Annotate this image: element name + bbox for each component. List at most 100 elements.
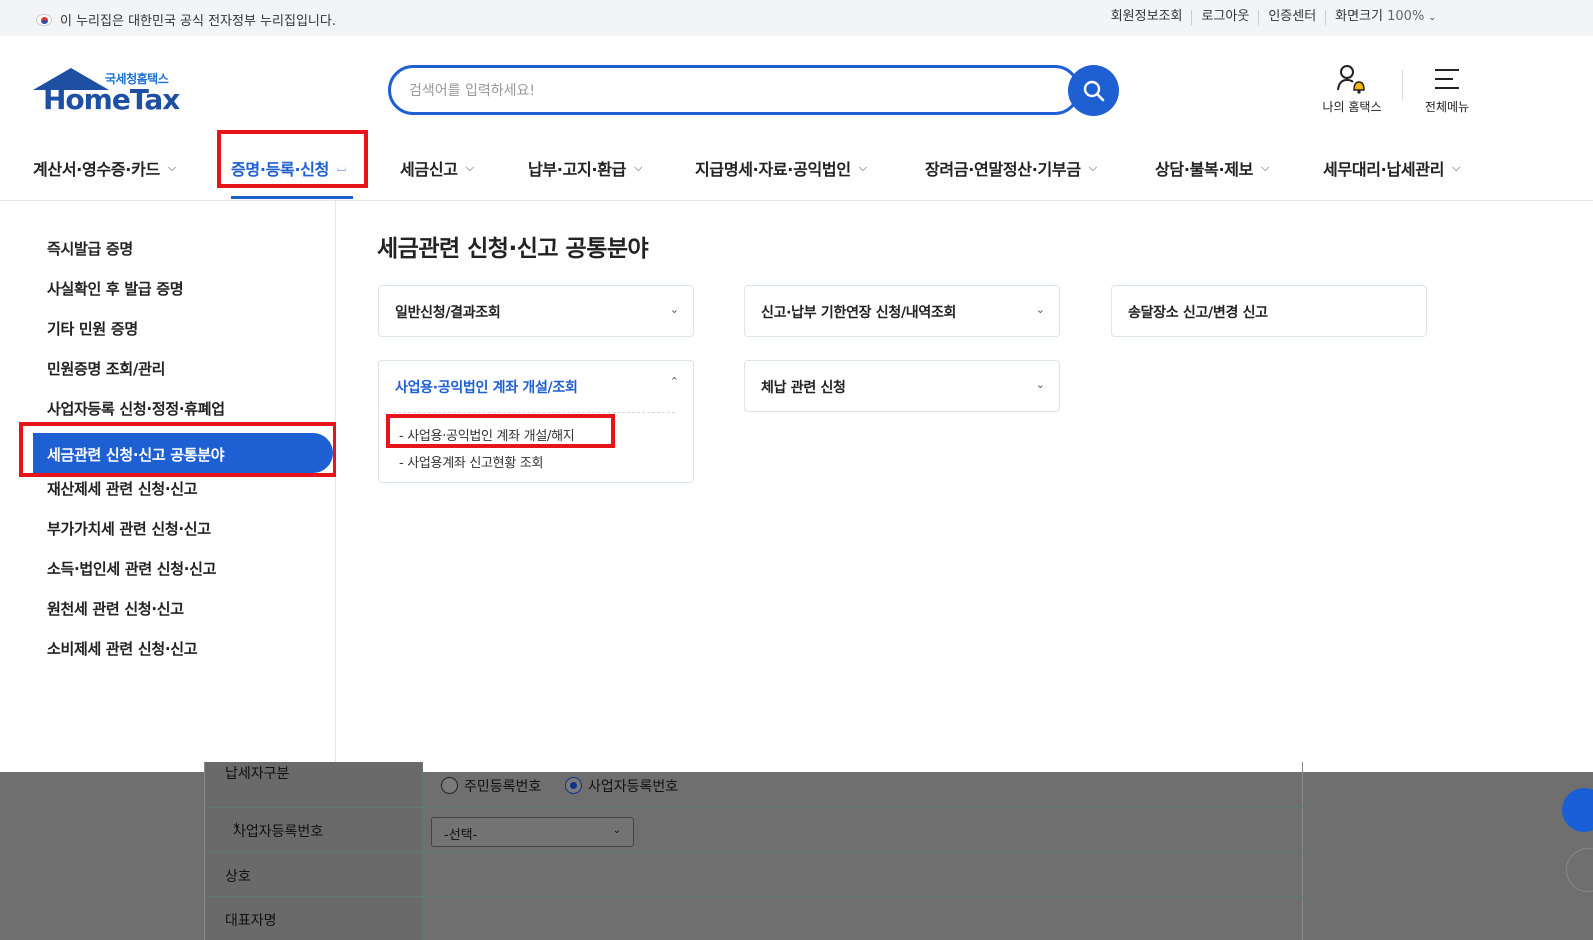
- nav-invoice-receipt-card[interactable]: 계산서·영수증·카드 ⌵: [33, 148, 176, 188]
- sub-item-label: 사업용계좌 신고현황 조회: [407, 456, 544, 471]
- bizno-label-text: 사업자등록번호: [233, 824, 324, 840]
- card-label: 일반신청/결과조회: [395, 305, 501, 321]
- utility-divider: [1402, 70, 1403, 100]
- zoom-value: 100%: [1387, 9, 1425, 24]
- sidebar-item-other-certificate[interactable]: 기타 민원 증명: [47, 318, 138, 339]
- radio-resident-number[interactable]: 주민등록번호: [441, 776, 541, 796]
- card-label: 송달장소 신고/변경 신고: [1128, 305, 1268, 321]
- chevron-down-icon: ⌄: [1035, 378, 1045, 391]
- radio-business-number[interactable]: 사업자등록번호: [565, 776, 678, 796]
- sidebar-item-business-registration[interactable]: 사업자등록 신청·정정·휴폐업: [47, 398, 225, 419]
- hamburger-menu-icon: [1435, 69, 1459, 89]
- sub-item-account-report-status[interactable]: - 사업용계좌 신고현황 조회: [399, 452, 543, 471]
- form-label-cell: 납세자구분: [205, 762, 423, 807]
- nav-incentive-year-end-donation[interactable]: 장려금·연말정산·기부금 ⌵: [925, 148, 1097, 188]
- screen-size-label: 화면크기: [1335, 9, 1383, 24]
- card-general-application[interactable]: 일반신청/결과조회 ⌄: [378, 285, 694, 337]
- chevron-down-icon: ⌄: [1035, 303, 1045, 316]
- search-icon: [1083, 80, 1104, 101]
- sidebar-item-withholding-tax[interactable]: 원천세 관련 신청·신고: [47, 598, 184, 619]
- nav-payment-notice-refund[interactable]: 납부·고지·환급 ⌵: [528, 148, 642, 188]
- radio-label: 사업자등록번호: [588, 779, 679, 795]
- chevron-down-icon: ⌵: [858, 161, 867, 174]
- cert-center-link[interactable]: 인증센터: [1258, 10, 1325, 25]
- nav-label: 증명·등록·신청: [231, 160, 330, 179]
- representative-label: 대표자명: [225, 913, 277, 929]
- company-name-label: 상호: [225, 869, 251, 885]
- main-content: 세금관련 신청·신고 공통분야 일반신청/결과조회 ⌄ 신고·납부 기한연장 신…: [336, 201, 1593, 772]
- active-nav-underline: [231, 196, 353, 199]
- nav-label: 세금신고: [400, 160, 458, 179]
- logo-title: HomeTax: [43, 83, 180, 116]
- form-label-cell: * 사업자등록번호: [205, 808, 423, 852]
- page-title: 세금관련 신청·신고 공통분야: [377, 236, 649, 262]
- nav-label: 장려금·연말정산·기부금: [925, 160, 1081, 179]
- all-menu-label: 전체메뉴: [1424, 100, 1470, 114]
- nav-tax-return[interactable]: 세금신고 ⌵: [400, 148, 474, 188]
- radio-label: 주민등록번호: [464, 779, 542, 795]
- nav-payment-statement-data[interactable]: 지급명세·자료·공익법인 ⌵: [695, 148, 867, 188]
- sidebar-item-instant-certificate[interactable]: 즉시발급 증명: [47, 238, 133, 259]
- nav-label: 계산서·영수증·카드: [33, 160, 160, 179]
- business-number-select[interactable]: -선택- ⌄: [431, 817, 634, 847]
- chevron-up-icon: ⌴: [337, 161, 346, 174]
- all-menu-button[interactable]: 전체메뉴: [1412, 64, 1482, 115]
- global-nav: 계산서·영수증·카드 ⌵ 증명·등록·신청 ⌴ 세금신고 ⌵ 납부·고지·환급 ⌵ 지급…: [0, 144, 1593, 200]
- nav-tax-agent-management[interactable]: 세무대리·납세관리 ⌵: [1323, 148, 1460, 188]
- nav-certificate-registration-application[interactable]: 증명·등록·신청 ⌴: [231, 148, 346, 188]
- site-header: 국세청홈택스 HomeTax 나의 홈택스 전체메뉴 계산서·영수증·카드 ⌵ 증…: [0, 36, 1593, 201]
- search-button[interactable]: [1068, 65, 1119, 116]
- gov-banner: 이 누리집은 대한민국 공식 전자정부 누리집입니다. 회원정보조회 로그아웃 …: [0, 0, 1593, 36]
- chevron-down-icon: ⌵: [1088, 161, 1097, 174]
- search-input[interactable]: [409, 78, 1009, 104]
- card-arrears-application[interactable]: 체납 관련 신청 ⌄: [744, 360, 1060, 412]
- sub-item-account-open-close[interactable]: - 사업용·공익법인 계좌 개설/해지: [399, 425, 575, 444]
- form-row-business-number: * 사업자등록번호 -선택- ⌄: [205, 808, 1304, 853]
- sidebar-item-vat[interactable]: 부가가치세 관련 신청·신고: [47, 518, 211, 539]
- nav-label: 상담·불복·제보: [1155, 160, 1254, 179]
- sidebar-item-certificate-management[interactable]: 민원증명 조회/관리: [47, 358, 165, 379]
- chevron-down-icon: ⌵: [1261, 161, 1270, 174]
- chevron-down-icon: ⌵: [1452, 161, 1461, 174]
- sidebar-item-income-corporate-tax[interactable]: 소득·법인세 관련 신청·신고: [47, 558, 216, 579]
- form-label-cell: 대표자명: [205, 897, 423, 940]
- card-label: 신고·납부 기한연장 신청/내역조회: [761, 305, 957, 321]
- taxpayer-type-label: 납세자구분: [225, 766, 290, 782]
- sidebar-item-consumption-tax[interactable]: 소비제세 관련 신청·신고: [47, 638, 198, 659]
- nav-label: 납부·고지·환급: [528, 160, 627, 179]
- top-links: 회원정보조회 로그아웃 인증센터 화면크기 100% ⌄: [1102, 10, 1445, 25]
- card-business-account[interactable]: 사업용·공익법인 계좌 개설/조회 ⌃ - 사업용·공익법인 계좌 개설/해지 …: [378, 360, 694, 483]
- sidebar: 즉시발급 증명 사실확인 후 발급 증명 기타 민원 증명 민원증명 조회/관리…: [0, 201, 336, 772]
- my-hometax-label: 나의 홈택스: [1322, 100, 1382, 114]
- card-label: 체납 관련 신청: [761, 380, 846, 396]
- select-value: -선택-: [444, 828, 478, 843]
- background-form: 납세자구분 주민등록번호 사업자등록번호 * 사업자등록번호 -선택- ⌄ 상호 …: [204, 762, 1304, 940]
- logout-link[interactable]: 로그아웃: [1191, 10, 1258, 25]
- hometax-logo[interactable]: 국세청홈택스 HomeTax: [33, 68, 183, 118]
- card-divider: [393, 412, 675, 413]
- nav-label: 세무대리·납세관리: [1323, 160, 1445, 179]
- chevron-down-icon: ⌄: [669, 303, 679, 316]
- card-deadline-extension[interactable]: 신고·납부 기한연장 신청/내역조회 ⌄: [744, 285, 1060, 337]
- card-delivery-address[interactable]: 송달장소 신고/변경 신고: [1111, 285, 1427, 337]
- chevron-down-icon: ⌄: [612, 825, 621, 836]
- gov-notice: 이 누리집은 대한민국 공식 전자정부 누리집입니다.: [36, 10, 336, 29]
- sidebar-item-property-tax[interactable]: 재산제세 관련 신청·신고: [47, 478, 198, 499]
- chevron-down-icon: ⌵: [634, 161, 643, 174]
- screen-size-control[interactable]: 화면크기 100% ⌄: [1325, 10, 1445, 25]
- gov-notice-text: 이 누리집은 대한민국 공식 전자정부 누리집입니다.: [60, 14, 336, 29]
- radio-on-icon: [565, 777, 582, 794]
- card-label: 사업용·공익법인 계좌 개설/조회: [395, 380, 578, 396]
- form-row-company-name: 상호: [205, 853, 1304, 897]
- form-row-representative: 대표자명: [205, 897, 1304, 940]
- search-box: [388, 65, 1080, 115]
- member-info-link[interactable]: 회원정보조회: [1102, 10, 1192, 25]
- sidebar-item-tax-common-label: 세금관련 신청·신고 공통분야: [47, 446, 225, 464]
- chevron-up-icon: ⌃: [669, 375, 679, 388]
- my-hometax-button[interactable]: 나의 홈택스: [1312, 64, 1392, 115]
- korea-flag-icon: [36, 13, 52, 26]
- sub-item-label: 사업용·공익법인 계좌 개설/해지: [407, 429, 575, 444]
- sidebar-item-verified-certificate[interactable]: 사실확인 후 발급 증명: [47, 278, 184, 299]
- nav-consult-appeal-report[interactable]: 상담·불복·제보 ⌵: [1155, 148, 1269, 188]
- radio-off-icon: [441, 777, 458, 794]
